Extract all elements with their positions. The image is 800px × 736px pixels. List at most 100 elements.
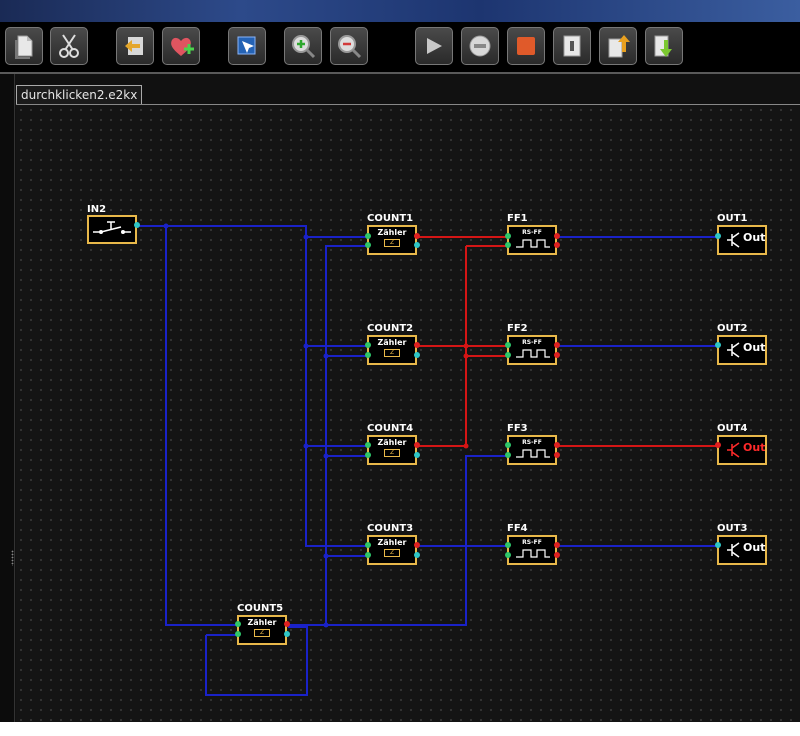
count3-out-pin[interactable] [414, 542, 420, 548]
count2-type: Zähler [377, 338, 407, 347]
count5-in-pin[interactable] [235, 621, 241, 627]
count1-in-pin[interactable] [365, 233, 371, 239]
stop-button[interactable] [507, 27, 545, 65]
record-button[interactable] [461, 27, 499, 65]
toolbar [0, 22, 800, 72]
count4-reset-pin[interactable] [365, 452, 371, 458]
counter-count4[interactable]: Zähler Z [367, 435, 417, 465]
output-out3[interactable]: Out [717, 535, 767, 565]
count5-out2-pin[interactable] [284, 631, 290, 637]
ff1-nq-pin[interactable] [554, 242, 560, 248]
out3-label: OUT3 [717, 523, 748, 534]
counter-count2[interactable]: Zähler Z [367, 335, 417, 365]
count5-out-pin[interactable] [284, 621, 290, 627]
play-button[interactable] [415, 27, 453, 65]
ff2-nq-pin[interactable] [554, 352, 560, 358]
ff2-set-pin[interactable] [505, 342, 511, 348]
ff4-pulse-icon [516, 549, 550, 558]
arrow-up-icon [608, 35, 630, 58]
count1-reset-pin[interactable] [365, 242, 371, 248]
count3-out2-pin[interactable] [414, 552, 420, 558]
output-out1[interactable]: Out [717, 225, 767, 255]
count1-label: COUNT1 [367, 213, 414, 224]
count1-out2-pin[interactable] [414, 242, 420, 248]
ff2-q-pin[interactable] [554, 342, 560, 348]
ff2-reset-pin[interactable] [505, 352, 511, 358]
ff4-set-pin[interactable] [505, 542, 511, 548]
select-button[interactable] [228, 27, 266, 65]
file-tab[interactable]: durchklicken2.e2kx [16, 85, 143, 105]
count4-in-pin[interactable] [365, 442, 371, 448]
wire-reset-branches [326, 355, 368, 557]
counter-count5[interactable]: Zähler Z [237, 615, 287, 645]
counter-count1[interactable]: Zähler Z [367, 225, 417, 255]
panel-resize-grip[interactable] [11, 550, 14, 566]
out2-in-pin[interactable] [715, 342, 721, 348]
count1-z: Z [384, 239, 400, 247]
count4-type: Zähler [377, 438, 407, 447]
count2-out-pin[interactable] [414, 342, 420, 348]
count3-label: COUNT3 [367, 523, 414, 534]
cut-button[interactable] [50, 27, 88, 65]
out1-text: Out [743, 231, 766, 244]
count2-in-pin[interactable] [365, 342, 371, 348]
flipflop-ff4[interactable]: RS-FF [507, 535, 557, 565]
ff1-set-pin[interactable] [505, 233, 511, 239]
count2-out2-pin[interactable] [414, 352, 420, 358]
switch-button[interactable] [553, 27, 591, 65]
count4-out-pin[interactable] [414, 442, 420, 448]
zoom-out-icon [338, 35, 362, 59]
count4-z: Z [384, 449, 400, 457]
transistor-icon [727, 442, 740, 458]
in2-output-pin[interactable] [134, 222, 140, 228]
circuit-canvas[interactable] [16, 104, 800, 723]
ff2-label: FF2 [507, 323, 528, 334]
zoom-out-button[interactable] [330, 27, 368, 65]
ff1-reset-pin[interactable] [505, 242, 511, 248]
input-switch-in2[interactable] [87, 215, 137, 244]
count1-out-pin[interactable] [414, 233, 420, 239]
new-button[interactable] [5, 27, 43, 65]
arrow-down-icon [654, 35, 672, 57]
count4-out2-pin[interactable] [414, 452, 420, 458]
scissors-icon [59, 34, 79, 58]
out2-label: OUT2 [717, 323, 748, 334]
ff3-set-pin[interactable] [505, 442, 511, 448]
stop-icon [517, 37, 535, 55]
ff3-reset-pin[interactable] [505, 452, 511, 458]
zoom-in-icon [292, 35, 316, 59]
ff3-q-pin[interactable] [554, 442, 560, 448]
flipflop-ff2[interactable]: RS-FF [507, 335, 557, 365]
add-favorite-button[interactable] [162, 27, 200, 65]
count2-reset-pin[interactable] [365, 352, 371, 358]
count3-in-pin[interactable] [365, 542, 371, 548]
ff1-q-pin[interactable] [554, 233, 560, 239]
ff1-label: FF1 [507, 213, 528, 224]
output-out2[interactable]: Out [717, 335, 767, 365]
pushbutton-icon [93, 221, 131, 234]
output-out4[interactable]: Out [717, 435, 767, 465]
out3-in-pin[interactable] [715, 542, 721, 548]
download-button[interactable] [645, 27, 683, 65]
count5-reset-pin[interactable] [235, 631, 241, 637]
upload-button[interactable] [599, 27, 637, 65]
flipflop-ff1[interactable]: RS-FF [507, 225, 557, 255]
in2-label: IN2 [87, 204, 107, 215]
count2-label: COUNT2 [367, 323, 414, 334]
counter-count3[interactable]: Zähler Z [367, 535, 417, 565]
out1-in-pin[interactable] [715, 233, 721, 239]
out4-in-pin[interactable] [715, 442, 721, 448]
ff4-reset-pin[interactable] [505, 552, 511, 558]
count3-reset-pin[interactable] [365, 552, 371, 558]
out1-label: OUT1 [717, 213, 748, 224]
side-panel-collapsed[interactable] [0, 74, 15, 736]
back-button[interactable] [116, 27, 154, 65]
ff4-nq-pin[interactable] [554, 552, 560, 558]
ff3-type: RS-FF [522, 439, 542, 446]
flipflop-ff3[interactable]: RS-FF [507, 435, 557, 465]
transistor-icon [727, 542, 740, 558]
ff2-type: RS-FF [522, 339, 542, 346]
ff3-nq-pin[interactable] [554, 452, 560, 458]
zoom-in-button[interactable] [284, 27, 322, 65]
ff4-q-pin[interactable] [554, 542, 560, 548]
